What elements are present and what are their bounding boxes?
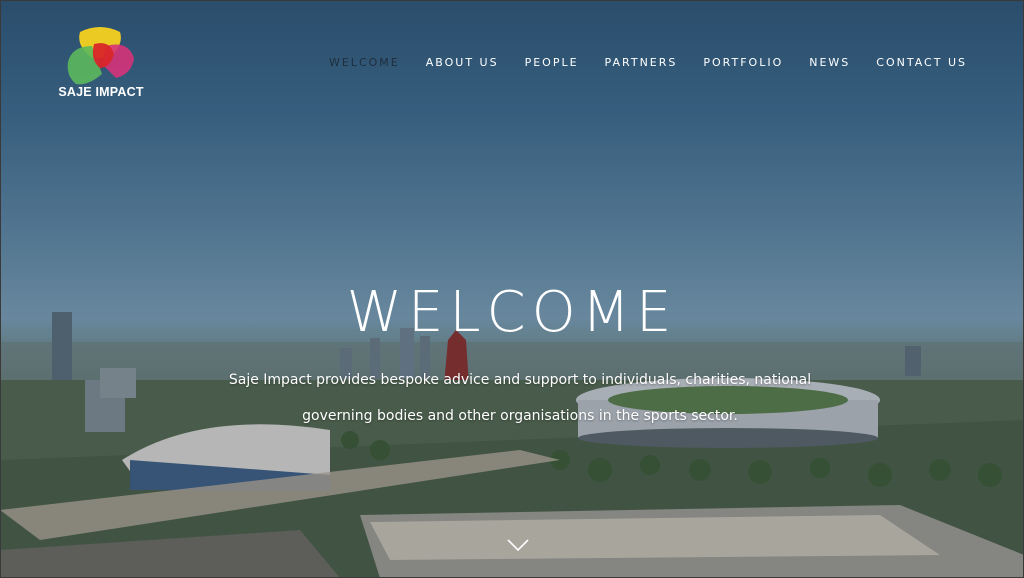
nav-item-contact-us[interactable]: CONTACT US [863, 56, 980, 70]
nav-item-people[interactable]: PEOPLE [512, 56, 592, 70]
nav-item-welcome[interactable]: WELCOME [316, 56, 413, 70]
nav-item-news[interactable]: NEWS [796, 56, 863, 70]
hero-subtitle: Saje Impact provides bespoke advice and … [228, 372, 812, 424]
main-nav: WELCOME ABOUT US PEOPLE PARTNERS PORTFOL… [316, 56, 980, 70]
brand-name[interactable]: SAJE IMPACT [56, 85, 146, 99]
hero-title: WELCOME [346, 280, 678, 345]
nav-item-partners[interactable]: PARTNERS [592, 56, 691, 70]
nav-item-portfolio[interactable]: PORTFOLIO [690, 56, 796, 70]
chevron-down-icon[interactable] [506, 538, 530, 552]
nav-item-about-us[interactable]: ABOUT US [413, 56, 512, 70]
